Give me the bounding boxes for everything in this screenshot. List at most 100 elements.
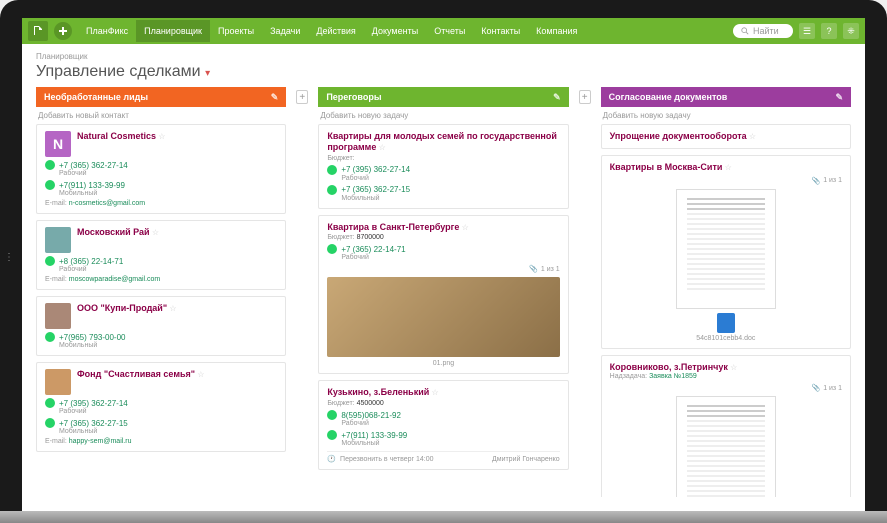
phone-type: Мобильный: [59, 428, 277, 435]
budget-label: Бюджет:: [327, 400, 354, 407]
card-title[interactable]: Московский Рай: [77, 227, 150, 237]
phone-number[interactable]: +7 (365) 362-27-15: [59, 419, 128, 428]
add-column-icon[interactable]: +: [296, 90, 308, 104]
phone-icon: [327, 165, 337, 175]
card-title[interactable]: Квартиры для молодых семей по государств…: [327, 131, 557, 152]
phone-number[interactable]: +7 (395) 362-27-14: [59, 399, 128, 408]
card[interactable]: Упрощение документооборота ☆: [601, 124, 851, 149]
add-icon[interactable]: [54, 22, 72, 40]
star-icon[interactable]: ☆: [169, 304, 176, 313]
email-value[interactable]: n-cosmetics@gmail.com: [69, 200, 145, 207]
email-value[interactable]: moscowparadise@gmail.com: [69, 276, 161, 283]
card-title[interactable]: Кузькино, з.Беленький: [327, 387, 429, 397]
nav-item[interactable]: ПланФикс: [78, 20, 136, 42]
search-input[interactable]: Найти: [733, 24, 793, 38]
edit-icon[interactable]: ✎: [553, 92, 561, 103]
card[interactable]: Кузькино, з.Беленький ☆ Бюджет: 4500000 8(…: [318, 380, 568, 470]
phone-number[interactable]: +7 (365) 362-27-15: [341, 185, 410, 194]
file-name: 01.png: [327, 360, 559, 367]
phone-type: Рабочий: [59, 170, 277, 177]
help-icon[interactable]: ?: [821, 23, 837, 39]
card[interactable]: N Natural Cosmetics ☆ +7 (365) 362-27-14Ра…: [36, 124, 286, 214]
add-column-icon[interactable]: +: [579, 90, 591, 104]
add-card-link[interactable]: Добавить новую задачу: [318, 107, 568, 124]
card-title[interactable]: Коровниково, з.Петринчук: [610, 362, 728, 372]
doc-file-icon[interactable]: [717, 313, 735, 333]
nav-item[interactable]: Задачи: [262, 20, 308, 42]
phone-number[interactable]: +8 (365) 22-14-71: [59, 257, 123, 266]
phone-number[interactable]: +7 (365) 362-27-14: [59, 161, 128, 170]
phone-number[interactable]: +7(911) 133-39-99: [341, 431, 407, 440]
menu-icon[interactable]: ☰: [799, 23, 815, 39]
avatar: N: [45, 131, 71, 157]
star-icon[interactable]: ☆: [197, 370, 204, 379]
nav-item[interactable]: Отчеты: [426, 20, 473, 42]
star-icon[interactable]: ☆: [749, 132, 756, 141]
phone-icon: [45, 398, 55, 408]
phone-icon: [327, 430, 337, 440]
document-preview[interactable]: [676, 189, 776, 309]
star-icon[interactable]: ☆: [158, 132, 165, 141]
card[interactable]: Квартиры для молодых семей по государств…: [318, 124, 568, 209]
phone-type: Рабочий: [341, 254, 559, 261]
star-icon[interactable]: ☆: [152, 228, 159, 237]
phone-number[interactable]: +7 (395) 362-27-14: [341, 165, 410, 174]
document-preview[interactable]: [676, 396, 776, 497]
column-header[interactable]: Необработанные лиды✎: [36, 87, 286, 107]
edit-icon[interactable]: ✎: [835, 92, 843, 103]
star-icon[interactable]: ☆: [730, 363, 737, 372]
page-header: Планировщик Управление сделками ▾: [22, 44, 865, 87]
phone-number[interactable]: +7(911) 133-39-99: [59, 181, 125, 190]
phone-icon: [45, 256, 55, 266]
kanban-board: Необработанные лиды✎Добавить новый конта…: [22, 87, 865, 511]
add-card-link[interactable]: Добавить новый контакт: [36, 107, 286, 124]
phone-number[interactable]: +7 (365) 22-14-71: [341, 245, 405, 254]
nav-item[interactable]: Контакты: [473, 20, 528, 42]
subtask-link[interactable]: Заявка №1859: [649, 373, 697, 380]
column-header[interactable]: Согласование документов✎: [601, 87, 851, 107]
image-preview[interactable]: [327, 277, 559, 357]
apps-icon[interactable]: ⁜: [843, 23, 859, 39]
card-title[interactable]: Фонд "Счастливая семья": [77, 369, 195, 379]
card[interactable]: Квартиры в Москва-Сити ☆📎 1 из 154c8101c…: [601, 155, 851, 349]
budget-value: 8700000: [357, 234, 384, 241]
phone-number[interactable]: +7(965) 793-00-00: [59, 333, 126, 342]
star-icon[interactable]: ☆: [379, 143, 386, 152]
card-title[interactable]: Упрощение документооборота: [610, 131, 747, 141]
email-value[interactable]: happy-sem@mail.ru: [69, 438, 132, 445]
clock-icon: 🕐: [327, 455, 336, 463]
budget-value: 4500000: [357, 400, 384, 407]
kanban-column: Необработанные лиды✎Добавить новый конта…: [36, 87, 286, 497]
chevron-down-icon[interactable]: ▾: [205, 68, 210, 79]
column-header[interactable]: Переговоры✎: [318, 87, 568, 107]
subtask-label: Надзадача:: [610, 373, 647, 380]
phone-number[interactable]: 8(595)068-21-92: [341, 411, 401, 420]
nav-item[interactable]: Документы: [364, 20, 426, 42]
footer-user: Дмитрий Гончаренко: [492, 456, 560, 463]
card[interactable]: Московский Рай ☆+8 (365) 22-14-71Рабочий…: [36, 220, 286, 290]
logo-icon[interactable]: [28, 21, 48, 41]
email-label: E-mail:: [45, 438, 67, 445]
card-title[interactable]: Квартира в Санкт-Петербурге: [327, 222, 459, 232]
star-icon[interactable]: ☆: [462, 223, 469, 232]
phone-icon: [45, 418, 55, 428]
card[interactable]: Фонд "Счастливая семья" ☆ +7 (395) 362-27…: [36, 362, 286, 452]
star-icon[interactable]: ☆: [725, 163, 732, 172]
card[interactable]: ООО "Купи-Продай" ☆+7(965) 793-00-00Моби…: [36, 296, 286, 356]
nav-item[interactable]: Действия: [308, 20, 363, 42]
edit-icon[interactable]: ✎: [271, 92, 279, 103]
card-title[interactable]: ООО "Купи-Продай": [77, 303, 167, 313]
nav-item[interactable]: Планировщик: [136, 20, 210, 42]
card-title[interactable]: Квартиры в Москва-Сити: [610, 162, 723, 172]
card[interactable]: Квартира в Санкт-Петербурге ☆Бюджет: 870…: [318, 215, 568, 375]
card[interactable]: Коровниково, з.Петринчук ☆ Надзадача: Зая…: [601, 355, 851, 497]
star-icon[interactable]: ☆: [432, 388, 439, 397]
breadcrumb[interactable]: Планировщик: [36, 52, 851, 61]
nav-item[interactable]: Компания: [528, 20, 585, 42]
nav-item[interactable]: Проекты: [210, 20, 262, 42]
clip-icon: 📎: [529, 265, 538, 273]
add-card-link[interactable]: Добавить новую задачу: [601, 107, 851, 124]
card-title[interactable]: Natural Cosmetics: [77, 131, 156, 141]
phone-icon: [45, 180, 55, 190]
attachment-count: 📎 1 из 1: [610, 384, 842, 392]
